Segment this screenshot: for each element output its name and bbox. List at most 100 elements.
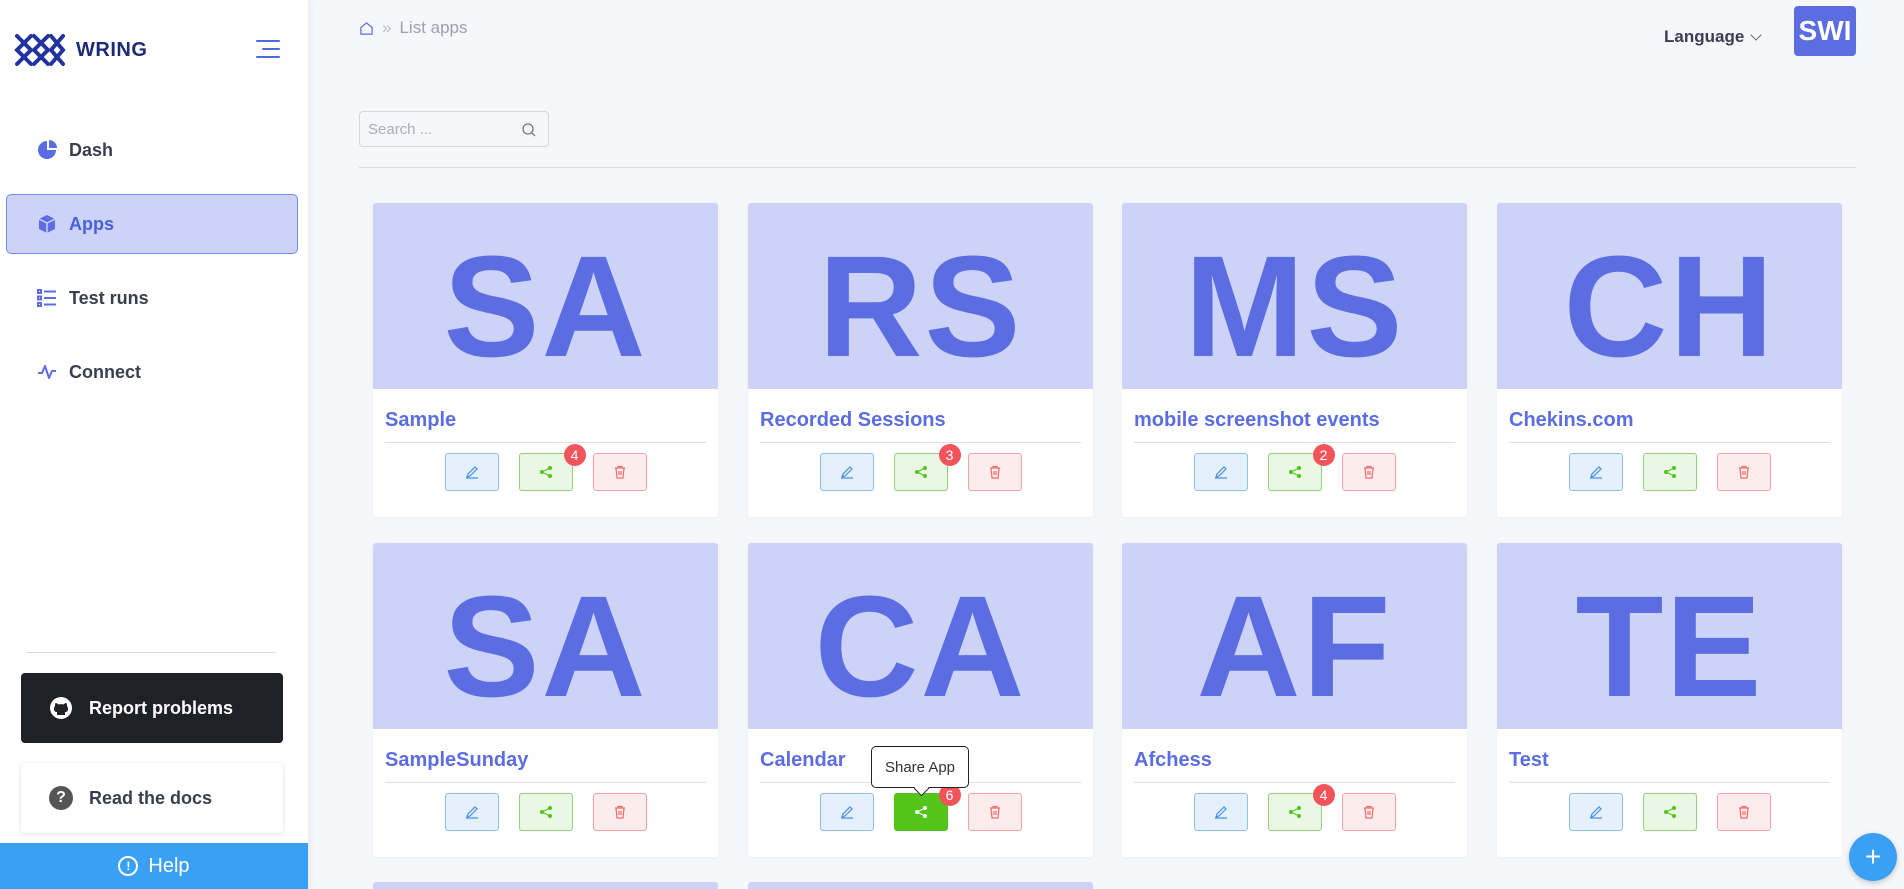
app-name[interactable]: Test [1509, 729, 1830, 783]
add-app-button[interactable]: + [1849, 833, 1897, 881]
sidebar-item-connect[interactable]: Connect [6, 342, 298, 402]
app-card-banner[interactable]: TE [1497, 543, 1842, 729]
app-initials: SA [443, 566, 648, 727]
delete-app-button[interactable] [1341, 453, 1396, 491]
app-card-banner[interactable]: SA [373, 203, 718, 389]
edit-icon [465, 806, 478, 819]
search-input[interactable] [360, 112, 548, 146]
edit-app-button[interactable] [819, 793, 874, 831]
trash-icon [1363, 805, 1374, 819]
share-icon [539, 806, 552, 818]
share-icon [1288, 806, 1301, 818]
language-label: Language [1664, 27, 1745, 46]
app-name[interactable]: mobile screenshot events [1134, 389, 1455, 443]
edit-app-button[interactable] [1193, 793, 1248, 831]
app-card: RS Recorded Sessions 3 [748, 203, 1093, 517]
app-initials: SA [443, 226, 648, 387]
sidebar-item-label: Apps [69, 213, 114, 234]
avatar[interactable]: SWI [1794, 6, 1856, 56]
edit-app-button[interactable] [1568, 453, 1623, 491]
delete-app-button[interactable] [967, 453, 1022, 491]
search-icon[interactable] [522, 123, 536, 137]
wring-logo-icon [14, 34, 66, 66]
read-docs-button[interactable]: ? Read the docs [21, 763, 283, 833]
share-app-button[interactable] [518, 793, 573, 831]
sidebar-item-dash[interactable]: Dash [6, 120, 298, 180]
share-app-button[interactable] [1642, 793, 1697, 831]
trash-icon [614, 805, 625, 819]
sidebar-nav: Dash Apps Test runs Connect [6, 120, 298, 416]
delete-app-button[interactable] [1341, 793, 1396, 831]
share-icon [1663, 466, 1676, 478]
chevron-down-icon [1750, 29, 1762, 41]
share-app-button[interactable] [1642, 453, 1697, 491]
app-card-banner[interactable]: AF [1122, 543, 1467, 729]
list-icon [37, 288, 57, 308]
app-initials: AF [1196, 566, 1393, 727]
share-app-button[interactable]: 4 [518, 444, 586, 491]
search-box [359, 111, 549, 147]
share-app-button[interactable]: 2 [1267, 444, 1335, 491]
app-name[interactable]: Sample [385, 389, 706, 443]
cube-icon [37, 214, 57, 234]
sidebar: WRING Dash Apps Test runs Connect Report… [0, 0, 308, 889]
trash-icon [1363, 465, 1374, 479]
edit-app-button[interactable] [1193, 453, 1248, 491]
edit-icon [1214, 466, 1227, 479]
app-card-banner[interactable]: RS [748, 203, 1093, 389]
question-circle-icon: ? [49, 786, 73, 810]
share-app-button[interactable]: 3 [893, 444, 961, 491]
app-card-partial[interactable] [748, 882, 1093, 889]
delete-app-button[interactable] [1716, 793, 1771, 831]
app-name[interactable]: SampleSunday [385, 729, 706, 783]
share-icon [539, 466, 552, 478]
share-app-button[interactable]: 6 [893, 784, 961, 831]
sidebar-divider [26, 652, 276, 653]
delete-app-button[interactable] [1716, 453, 1771, 491]
sidebar-item-apps[interactable]: Apps [6, 194, 298, 254]
edit-icon [1214, 806, 1227, 819]
brand-logo[interactable]: WRING [14, 30, 147, 70]
app-initials: CA [814, 566, 1027, 727]
app-card-partial[interactable] [373, 882, 718, 889]
delete-app-button[interactable] [592, 453, 647, 491]
edit-app-button[interactable] [444, 793, 499, 831]
delete-app-button[interactable] [592, 793, 647, 831]
app-card-banner[interactable]: CH [1497, 203, 1842, 389]
share-icon [914, 466, 927, 478]
share-count-badge: 4 [1312, 784, 1335, 806]
edit-icon [1589, 466, 1602, 479]
brand-name: WRING [76, 38, 148, 61]
sidebar-item-test-runs[interactable]: Test runs [6, 268, 298, 328]
trash-icon [614, 465, 625, 479]
edit-icon [465, 466, 478, 479]
edit-icon [840, 806, 853, 819]
edit-app-button[interactable] [444, 453, 499, 491]
edit-app-button[interactable] [819, 453, 874, 491]
app-card-banner[interactable]: SA [373, 543, 718, 729]
share-icon [1288, 466, 1301, 478]
edit-app-button[interactable] [1568, 793, 1623, 831]
help-button[interactable]: ! Help [0, 843, 308, 889]
app-card-banner[interactable]: CA [748, 543, 1093, 729]
app-initials: RS [818, 226, 1023, 387]
app-card: AF Afchess 4 [1122, 543, 1467, 857]
pie-chart-icon [37, 140, 57, 160]
app-initials: MS [1184, 226, 1405, 387]
help-label: Help [148, 854, 190, 877]
language-dropdown[interactable]: Language [1664, 27, 1762, 47]
sidebar-item-label: Dash [69, 139, 114, 160]
share-app-button[interactable]: 4 [1267, 784, 1335, 831]
app-name[interactable]: Recorded Sessions [760, 389, 1081, 443]
info-icon: ! [118, 856, 139, 876]
app-name[interactable]: Afchess [1134, 729, 1455, 783]
report-problems-button[interactable]: Report problems [21, 673, 283, 743]
app-card-banner[interactable]: MS [1122, 203, 1467, 389]
delete-app-button[interactable] [967, 793, 1022, 831]
breadcrumb: » List apps [359, 18, 468, 38]
menu-toggle-icon[interactable] [252, 38, 280, 60]
app-card: TE Test [1497, 543, 1842, 857]
app-name[interactable]: Chekins.com [1509, 389, 1830, 443]
home-icon[interactable] [359, 21, 374, 36]
report-problems-label: Report problems [89, 697, 234, 718]
